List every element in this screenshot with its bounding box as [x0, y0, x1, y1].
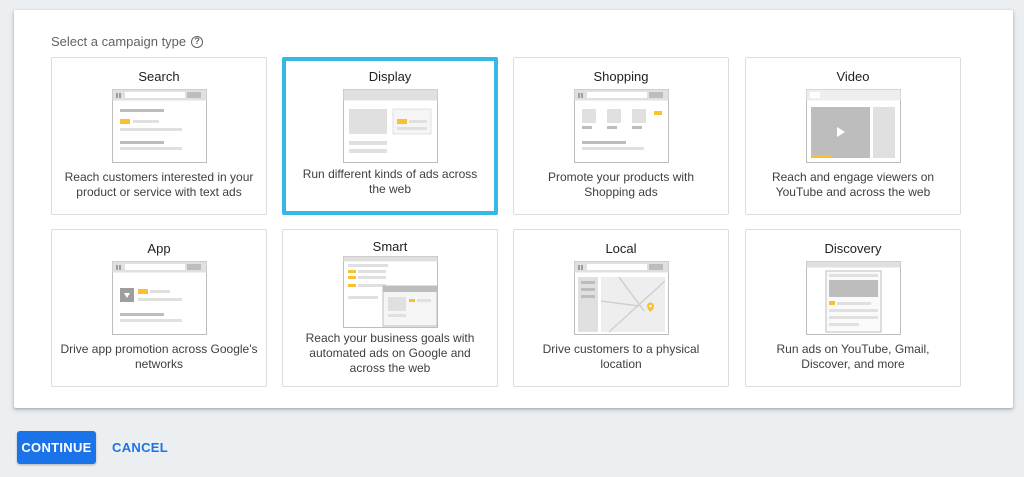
shopping-campaign-illustration-icon: [573, 89, 669, 163]
campaign-card-local[interactable]: Local Drive customers to a physical loca…: [513, 229, 729, 387]
campaign-type-panel: Select a campaign type ? Search Reach cu…: [14, 10, 1013, 408]
campaign-card-shopping[interactable]: Shopping Promote your products with Shop…: [513, 57, 729, 215]
display-campaign-illustration-icon: [342, 89, 438, 163]
header-label: Select a campaign type: [51, 34, 187, 49]
campaign-card-smart[interactable]: Smart Reach your business goals with aut…: [282, 229, 498, 387]
search-campaign-illustration-icon: [111, 89, 207, 163]
card-title: Search: [138, 69, 180, 84]
card-title: Video: [836, 69, 870, 84]
card-description: Run ads on YouTube, Gmail, Discover, and…: [776, 342, 930, 371]
discovery-campaign-illustration-icon: [805, 261, 901, 335]
card-title: Discovery: [824, 241, 882, 256]
card-description: Drive customers to a physical location: [542, 342, 700, 371]
continue-button[interactable]: CONTINUE: [17, 431, 96, 464]
card-title: Smart: [372, 239, 408, 254]
card-description: Reach customers interested in your produ…: [64, 170, 254, 199]
card-title: Local: [605, 241, 637, 256]
card-title: Display: [368, 69, 412, 84]
cancel-button[interactable]: CANCEL: [108, 431, 172, 464]
card-description: Run different kinds of ads across the we…: [302, 167, 478, 196]
local-campaign-illustration-icon: [573, 261, 669, 335]
card-description: Reach your business goals with automated…: [305, 331, 475, 375]
card-title: Shopping: [593, 69, 649, 84]
card-title: App: [147, 241, 171, 256]
card-description: Drive app promotion across Google's netw…: [60, 342, 258, 371]
campaign-card-video[interactable]: Video Reach and engage viewers on YouTub…: [745, 57, 961, 215]
campaign-card-discovery[interactable]: Discovery Run ads on YouTube, Gmail, Dis…: [745, 229, 961, 387]
app-campaign-illustration-icon: [111, 261, 207, 335]
card-description: Reach and engage viewers on YouTube and …: [771, 170, 935, 199]
card-description: Promote your products with Shopping ads: [547, 170, 695, 199]
video-campaign-illustration-icon: [805, 89, 901, 163]
campaign-card-search[interactable]: Search Reach customers interested in you…: [51, 57, 267, 215]
campaign-type-header: Select a campaign type ?: [51, 34, 204, 49]
help-icon[interactable]: ?: [191, 35, 204, 48]
smart-campaign-illustration-icon: [342, 256, 438, 328]
campaign-card-display[interactable]: Display Run different kinds of ads acros…: [282, 57, 498, 215]
campaign-card-app[interactable]: App Drive app promotion across Google's …: [51, 229, 267, 387]
